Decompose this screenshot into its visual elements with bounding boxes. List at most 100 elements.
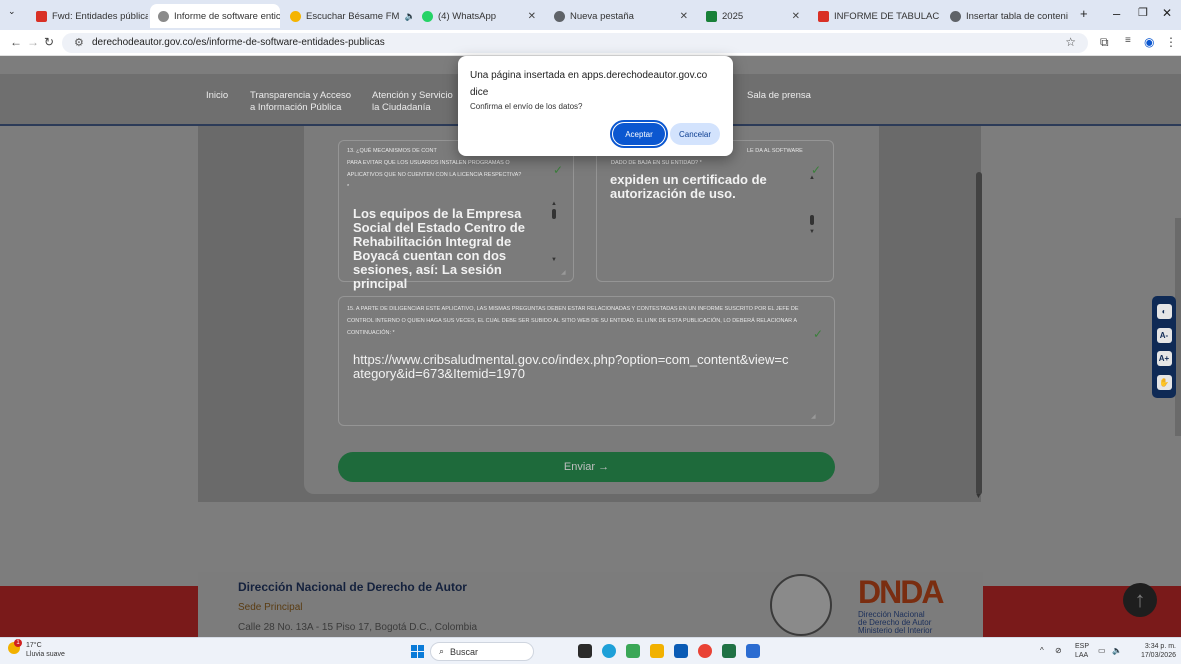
nav-atencion[interactable]: Atención y Servicio la Ciudadanía	[372, 90, 453, 114]
tab-nueva-pestana[interactable]: Nueva pestaña ✕	[546, 4, 696, 28]
scroll-up-icon[interactable]: ▲	[809, 175, 815, 181]
question-13: 13. ¿QUÉ MECANISMOS DE CONT PARA EVITAR …	[338, 140, 574, 291]
tab-label: Insertar tabla de conteni	[966, 10, 1068, 22]
site-icon	[158, 10, 169, 22]
language-indicator[interactable]: ESP LAA	[1075, 642, 1089, 660]
close-icon[interactable]: ✕	[792, 11, 800, 22]
tab-label: Fwd: Entidades públicas d	[52, 10, 148, 22]
windows-start-icon[interactable]	[411, 645, 424, 658]
tab-search-icon[interactable]: ⌄	[8, 6, 16, 17]
nav-sala-prensa[interactable]: Sala de prensa	[747, 90, 811, 102]
resize-handle-icon[interactable]: ◢	[561, 269, 566, 276]
logo-line: Ministerio del Interior	[858, 626, 933, 635]
bookmark-star-icon[interactable]: ☆	[1065, 35, 1076, 49]
tab-label: Informe de software entic	[174, 10, 280, 22]
whatsapp-icon	[422, 10, 433, 22]
checkmark-icon: ✓	[553, 163, 564, 177]
tab-label: Escuchar Bésame FM	[306, 10, 400, 22]
nav-transparencia[interactable]: Transparencia y Acceso a Información Púb…	[250, 90, 351, 114]
tab-gmail[interactable]: Fwd: Entidades públicas d ✕	[28, 4, 148, 28]
gmail-icon	[36, 10, 47, 22]
footer-band-left	[0, 586, 198, 637]
seal-logo	[770, 574, 832, 636]
tab-informe-software[interactable]: Informe de software entic ✕	[150, 4, 280, 28]
font-increase-icon[interactable]: A+	[1156, 351, 1172, 367]
globe-icon	[554, 10, 565, 22]
edge-icon[interactable]	[602, 644, 616, 658]
nav-label: Inicio	[206, 90, 229, 101]
footer-title: Dirección Nacional de Derecho de Autor	[238, 580, 467, 594]
reload-icon[interactable]: ↻	[44, 35, 54, 49]
restore-icon[interactable]: ❐	[1138, 6, 1148, 19]
textarea-scroll-thumb[interactable]	[552, 209, 556, 219]
label-line: *	[347, 184, 350, 190]
accept-button[interactable]: Aceptar	[610, 120, 668, 148]
scroll-to-top-icon[interactable]: ↑	[1123, 583, 1157, 617]
site-settings-icon[interactable]: ⚙	[74, 36, 84, 49]
submit-button[interactable]: Enviar →	[338, 452, 835, 482]
store-icon[interactable]	[626, 644, 640, 658]
clock-time: 3:34 p. m.	[1144, 643, 1176, 650]
radio-icon	[290, 10, 301, 22]
new-tab-button[interactable]: +	[1080, 6, 1088, 21]
clock[interactable]: 3:34 p. m. 17/03/2026	[1134, 642, 1176, 660]
browser-tab-strip: ⌄ Fwd: Entidades públicas d ✕ Informe de…	[0, 0, 1181, 30]
tab-informe-tabulacion[interactable]: INFORME DE TABULACIÓ ✕	[810, 4, 940, 28]
network-icon[interactable]: ⊘	[1055, 646, 1062, 655]
display-icon[interactable]: ▭	[1098, 646, 1106, 655]
file-explorer-icon[interactable]	[650, 644, 664, 658]
window-close-icon[interactable]: ✕	[1162, 6, 1172, 20]
profile-icon[interactable]: ◉	[1144, 35, 1154, 49]
footer: Dirección Nacional de Derecho de Autor S…	[198, 572, 983, 637]
search-icon: ⌕	[439, 646, 445, 656]
tab-2025[interactable]: 2025 ✕	[698, 4, 808, 28]
question-15-label: 15. A PARTE DE DILIGENCIAR ESTE APLICATI…	[347, 306, 799, 336]
taskbar-search[interactable]: ⌕ Buscar	[430, 642, 534, 661]
scroll-up-icon[interactable]: ▲	[551, 201, 557, 207]
contrast-icon[interactable]: ◐	[1156, 304, 1172, 320]
question-14: LE DA AL SOFTWARE DADO DE BAJA EN SU ENT…	[596, 140, 834, 282]
sign-language-icon[interactable]: ✋	[1156, 374, 1172, 390]
task-view-icon[interactable]	[578, 644, 592, 658]
resize-handle-icon[interactable]: ◢	[811, 413, 816, 420]
font-decrease-icon[interactable]: A-	[1156, 327, 1172, 343]
tray-chevron-icon[interactable]: ^	[1040, 646, 1044, 655]
tab-whatsapp[interactable]: (4) WhatsApp ✕	[414, 4, 544, 28]
clock-date: 17/03/2026	[1140, 652, 1176, 659]
back-icon[interactable]: ←	[10, 35, 22, 49]
tab-radio[interactable]: Escuchar Bésame FM 🔈 ✕	[282, 4, 412, 28]
chrome-icon[interactable]	[698, 644, 712, 658]
scroll-down-icon[interactable]: ▼	[975, 493, 982, 500]
panel-scrollbar[interactable]	[976, 172, 982, 495]
weather-widget[interactable]: 17°C Lluvia suave	[26, 641, 65, 659]
reading-list-icon[interactable]: ≡	[1125, 35, 1131, 46]
excel-icon[interactable]	[722, 644, 736, 658]
menu-icon[interactable]: ⋮	[1165, 35, 1177, 49]
minimize-icon[interactable]: –	[1113, 6, 1120, 21]
close-icon[interactable]: ✕	[528, 11, 536, 22]
footer-address: Calle 28 No. 13A - 15 Piso 17, Bogotá D.…	[238, 622, 478, 633]
question-15-answer[interactable]: https://www.cribsaludmental.gov.co/index…	[353, 353, 793, 381]
audio-icon[interactable]: 🔈	[404, 11, 412, 22]
url-text[interactable]: derechodeautor.gov.co/es/informe-de-soft…	[92, 37, 385, 48]
forward-icon[interactable]: →	[27, 35, 39, 49]
word-icon[interactable]	[746, 644, 760, 658]
question-13-answer[interactable]: Los equipos de la Empresa Social del Est…	[353, 207, 553, 291]
cancel-button[interactable]: Cancelar	[670, 123, 720, 145]
scroll-down-icon[interactable]: ▼	[809, 229, 815, 235]
question-14-answer[interactable]: expiden un certificado de autorización d…	[610, 173, 800, 201]
scroll-down-icon[interactable]: ▼	[551, 257, 557, 263]
tab-label: (4) WhatsApp	[438, 10, 497, 22]
browser-toolbar: ← → ↻ ⚙ derechodeautor.gov.co/es/informe…	[0, 30, 1181, 56]
textarea-scroll-thumb[interactable]	[810, 215, 814, 225]
address-bar[interactable]: ⚙ derechodeautor.gov.co/es/informe-de-so…	[62, 33, 1088, 53]
question-15: 15. A PARTE DE DILIGENCIAR ESTE APLICATI…	[338, 296, 835, 426]
label-line: APLICATIVOS QUE NO CUENTEN CON LA LICENC…	[347, 172, 522, 178]
outlook-icon[interactable]	[674, 644, 688, 658]
pdf-icon	[818, 10, 829, 22]
tab-insertar-tabla[interactable]: Insertar tabla de conteni ✕	[942, 4, 1072, 28]
nav-inicio[interactable]: Inicio	[206, 90, 228, 102]
close-icon[interactable]: ✕	[680, 11, 688, 22]
volume-icon[interactable]: 🔈	[1112, 646, 1122, 655]
extensions-icon[interactable]: ⧉	[1100, 35, 1109, 50]
